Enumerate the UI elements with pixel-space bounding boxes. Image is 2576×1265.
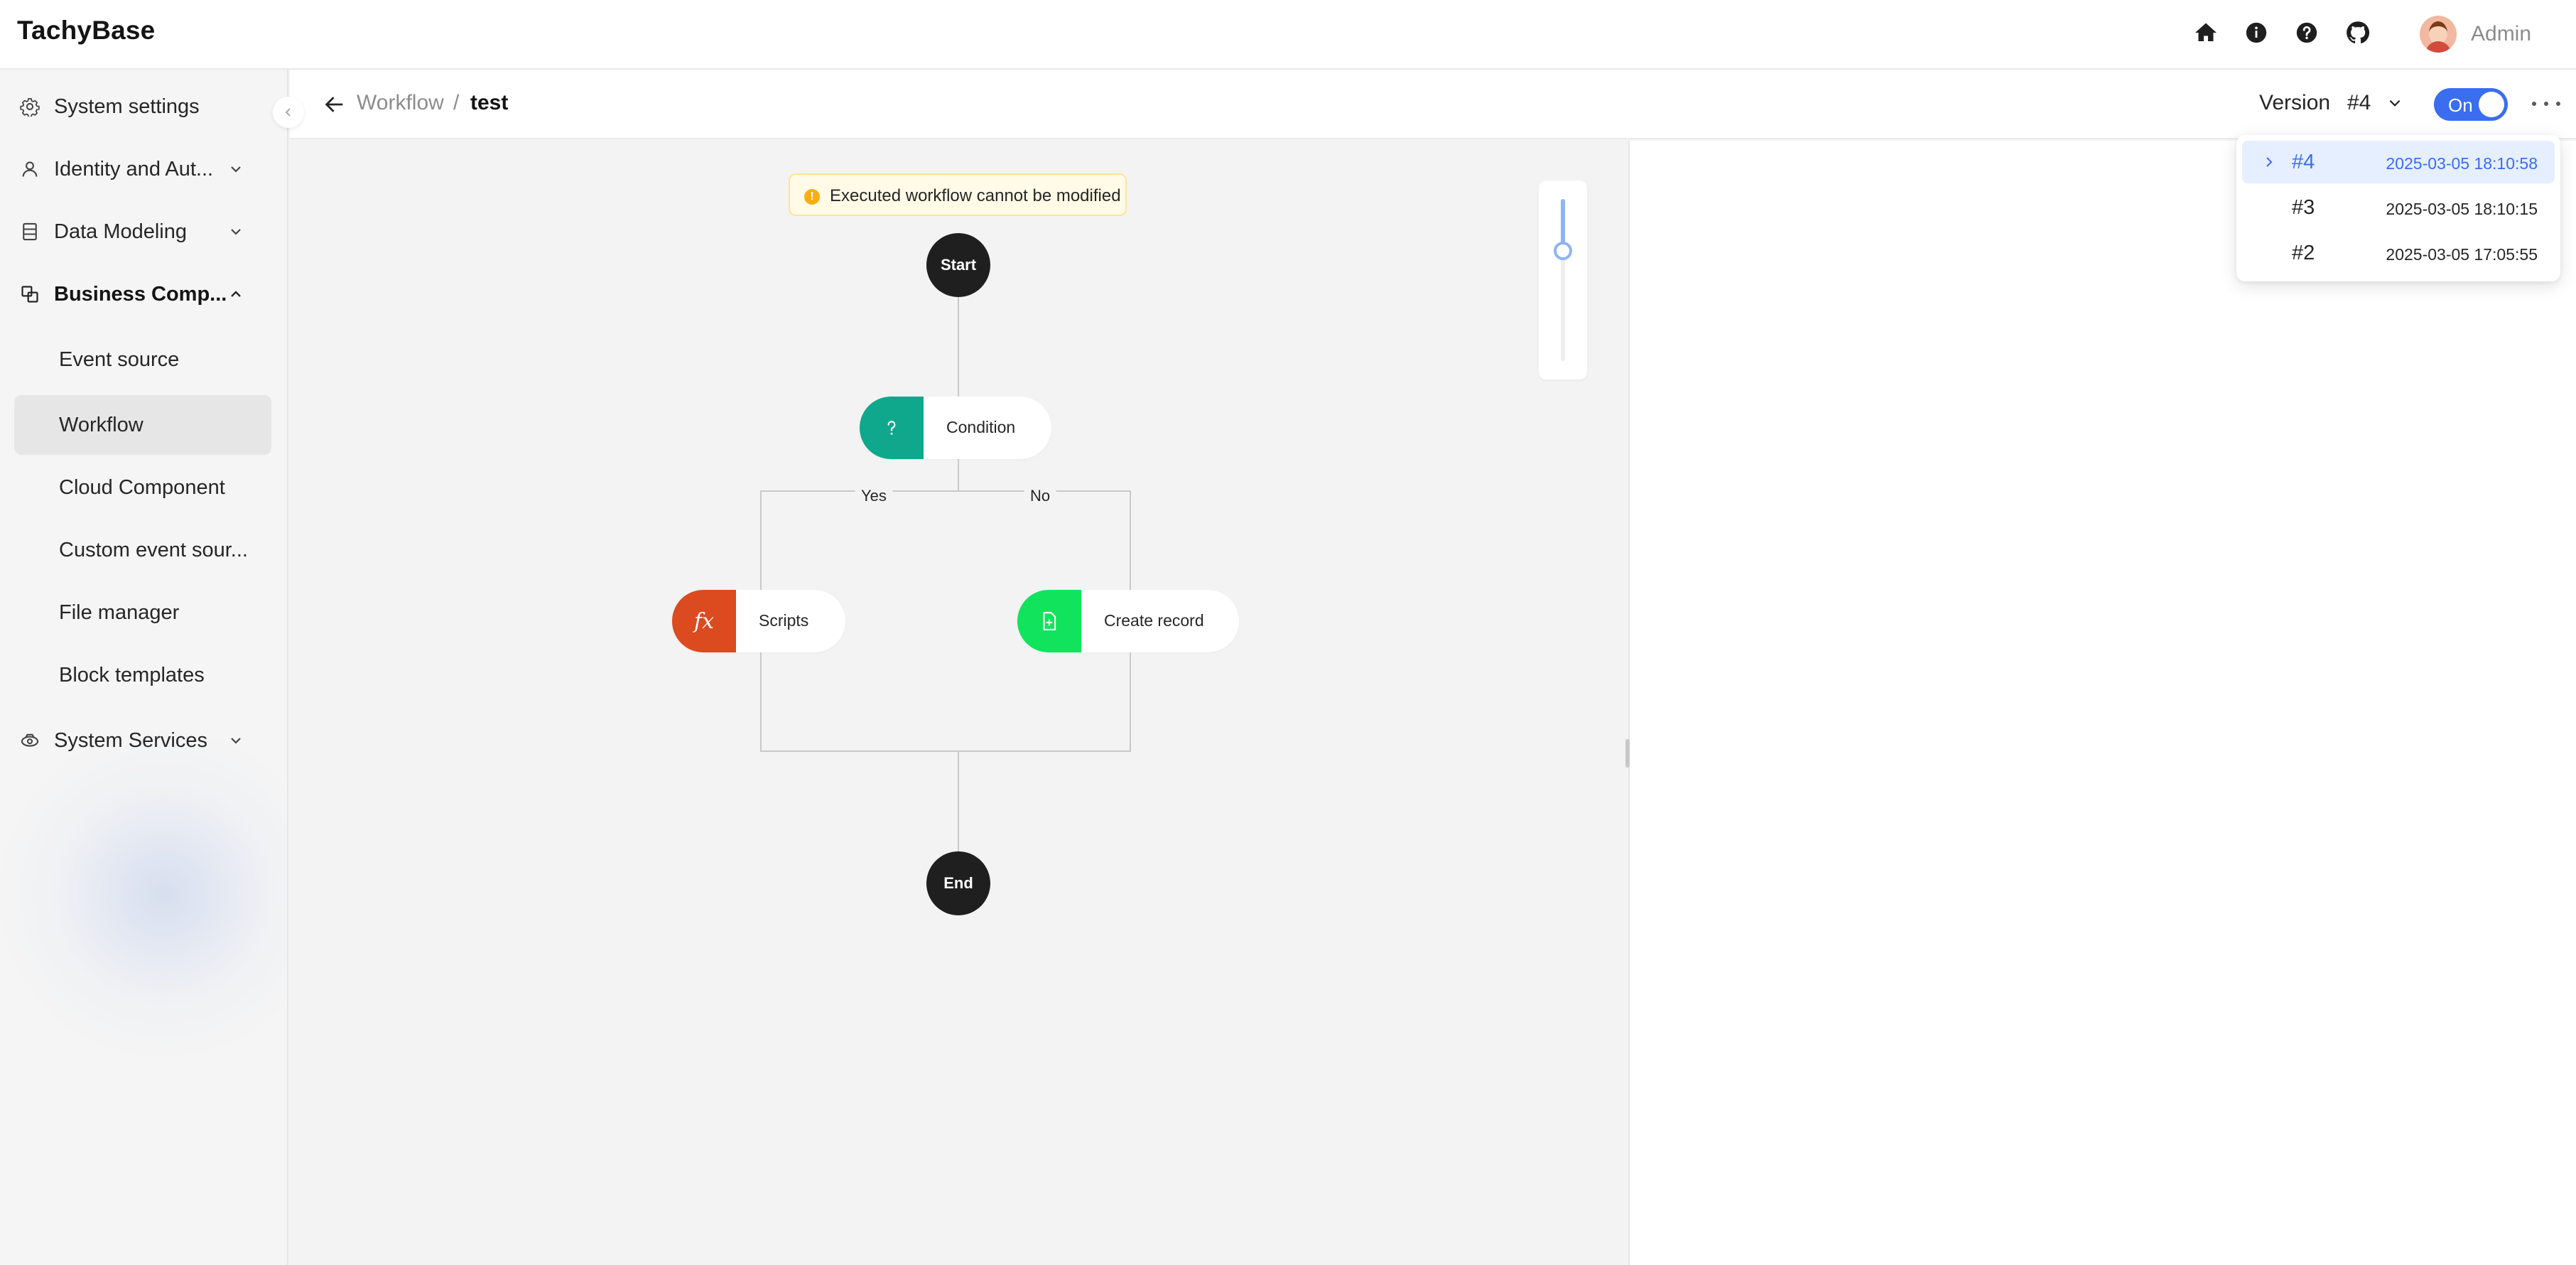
connector-line xyxy=(958,459,959,492)
github-icon[interactable] xyxy=(2344,19,2371,46)
sidebar-sub-item-event-source[interactable]: Event source xyxy=(14,330,271,389)
detail-pane xyxy=(1628,141,2576,1265)
file-add-icon xyxy=(1017,590,1081,652)
connector-line xyxy=(760,490,1131,492)
breadcrumb-separator: / xyxy=(453,91,460,114)
database-icon xyxy=(23,222,37,241)
sidebar-sub-item-custom-event-source[interactable]: Custom event sour... xyxy=(14,520,271,580)
version-option[interactable]: #2 2025-03-05 17:05:55 xyxy=(2242,232,2555,274)
toggle-knob xyxy=(2479,92,2504,117)
version-option[interactable]: #3 2025-03-05 18:10:15 xyxy=(2242,186,2555,229)
sidebar-collapse-button[interactable] xyxy=(273,97,304,128)
version-select[interactable]: #4 xyxy=(2347,91,2371,115)
version-option[interactable]: #4 2025-03-05 18:10:58 xyxy=(2242,141,2555,183)
sidebar-item-system-settings[interactable]: System settings xyxy=(0,75,287,138)
chevron-up-icon xyxy=(231,291,241,297)
sidebar-sub-item-label: Event source xyxy=(59,348,180,371)
end-node[interactable]: End xyxy=(926,851,990,915)
sidebar-sub-item-cloud-component[interactable]: Cloud Component xyxy=(14,458,271,517)
sidebar: System settings Identity and Aut... Data… xyxy=(0,70,288,1265)
sidebar-sub-item-label: Block templates xyxy=(59,663,205,687)
sidebar-item-label: System settings xyxy=(54,95,200,118)
home-icon[interactable] xyxy=(2192,19,2219,46)
page-header: Workflow / test Version #4 On xyxy=(290,70,2576,139)
breadcrumb-current: test xyxy=(470,91,509,114)
branch-label-no: No xyxy=(1023,483,1058,509)
sidebar-item-identity[interactable]: Identity and Aut... xyxy=(0,138,287,200)
version-option-number: #4 xyxy=(2292,151,2315,173)
gear-icon xyxy=(20,98,40,117)
component-icon xyxy=(21,286,38,303)
connector-line xyxy=(958,297,959,397)
chevron-down-icon[interactable] xyxy=(2387,95,2403,111)
notice-text: Executed workflow cannot be modified xyxy=(830,186,1121,205)
enabled-toggle[interactable]: On xyxy=(2434,88,2508,121)
node-title: Create record xyxy=(1104,611,1204,630)
warning-icon: ! xyxy=(804,189,820,205)
connector-line xyxy=(958,750,959,853)
node-title: Condition xyxy=(946,418,1016,436)
sidebar-item-label: Business Comp... xyxy=(54,282,227,306)
sidebar-item-label: Identity and Aut... xyxy=(54,157,214,181)
sidebar-sub-item-label: Custom event sour... xyxy=(59,538,248,561)
avatar xyxy=(2420,16,2457,53)
version-option-number: #2 xyxy=(2292,242,2315,264)
version-option-number: #3 xyxy=(2292,196,2315,219)
info-icon[interactable] xyxy=(2243,19,2270,46)
version-option-date: 2025-03-05 18:10:58 xyxy=(2386,154,2538,173)
version-option-date: 2025-03-05 18:10:15 xyxy=(2386,200,2538,218)
sidebar-item-system-services[interactable]: System Services xyxy=(0,709,287,772)
brand-logo[interactable]: TachyBase xyxy=(17,16,155,45)
sidebar-item-business-components[interactable]: Business Comp... xyxy=(0,263,287,325)
user-menu[interactable]: Admin xyxy=(2420,14,2531,54)
version-dropdown: #4 2025-03-05 18:10:58 #3 2025-03-05 18:… xyxy=(2236,135,2560,281)
back-arrow-icon[interactable] xyxy=(323,92,347,117)
sidebar-item-data-modeling[interactable]: Data Modeling xyxy=(0,200,287,263)
user-icon xyxy=(22,161,38,177)
create-record-node[interactable]: Create record xyxy=(1017,590,1239,652)
question-icon xyxy=(860,397,924,459)
sidebar-sub-item-label: Workflow xyxy=(59,413,144,436)
chevron-down-icon xyxy=(231,738,241,744)
decorative-glow xyxy=(0,723,287,1065)
top-bar: TachyBase Admin xyxy=(0,0,2576,70)
sidebar-sub-item-label: File manager xyxy=(59,601,180,624)
readonly-notice: ! Executed workflow cannot be modified xyxy=(789,173,1127,216)
pane-resize-handle[interactable] xyxy=(1625,739,1630,768)
scripts-node[interactable]: fx Scripts xyxy=(672,590,845,652)
help-icon[interactable] xyxy=(2293,19,2320,46)
sidebar-sub-item-file-manager[interactable]: File manager xyxy=(14,583,271,642)
version-option-date: 2025-03-05 17:05:55 xyxy=(2386,245,2538,264)
fx-icon: fx xyxy=(672,590,736,652)
zoom-handle[interactable] xyxy=(1554,241,1572,260)
version-label: Version xyxy=(2259,91,2331,114)
sidebar-sub-item-workflow[interactable]: Workflow xyxy=(14,395,271,455)
toggle-label: On xyxy=(2448,95,2473,116)
chevron-down-icon xyxy=(231,229,241,235)
sidebar-sub-item-block-templates[interactable]: Block templates xyxy=(14,645,271,705)
more-options-button[interactable] xyxy=(2532,94,2560,114)
condition-node[interactable]: Condition xyxy=(860,397,1051,459)
chevron-right-icon xyxy=(2266,157,2273,167)
branch-label-yes: Yes xyxy=(854,483,894,509)
services-icon xyxy=(21,733,39,747)
sidebar-sub-item-label: Cloud Component xyxy=(59,475,225,499)
chevron-left-icon xyxy=(285,108,291,117)
breadcrumb-parent-link[interactable]: Workflow xyxy=(357,91,444,115)
sidebar-item-label: Data Modeling xyxy=(54,220,187,243)
zoom-slider[interactable] xyxy=(1539,181,1587,380)
node-title: Scripts xyxy=(759,611,809,630)
connector-line xyxy=(760,750,1131,752)
user-name: Admin xyxy=(2471,22,2532,45)
sidebar-item-label: System Services xyxy=(54,728,207,752)
workflow-canvas[interactable] xyxy=(290,141,1628,1265)
start-node[interactable]: Start xyxy=(926,233,990,297)
chevron-down-icon xyxy=(231,166,241,173)
